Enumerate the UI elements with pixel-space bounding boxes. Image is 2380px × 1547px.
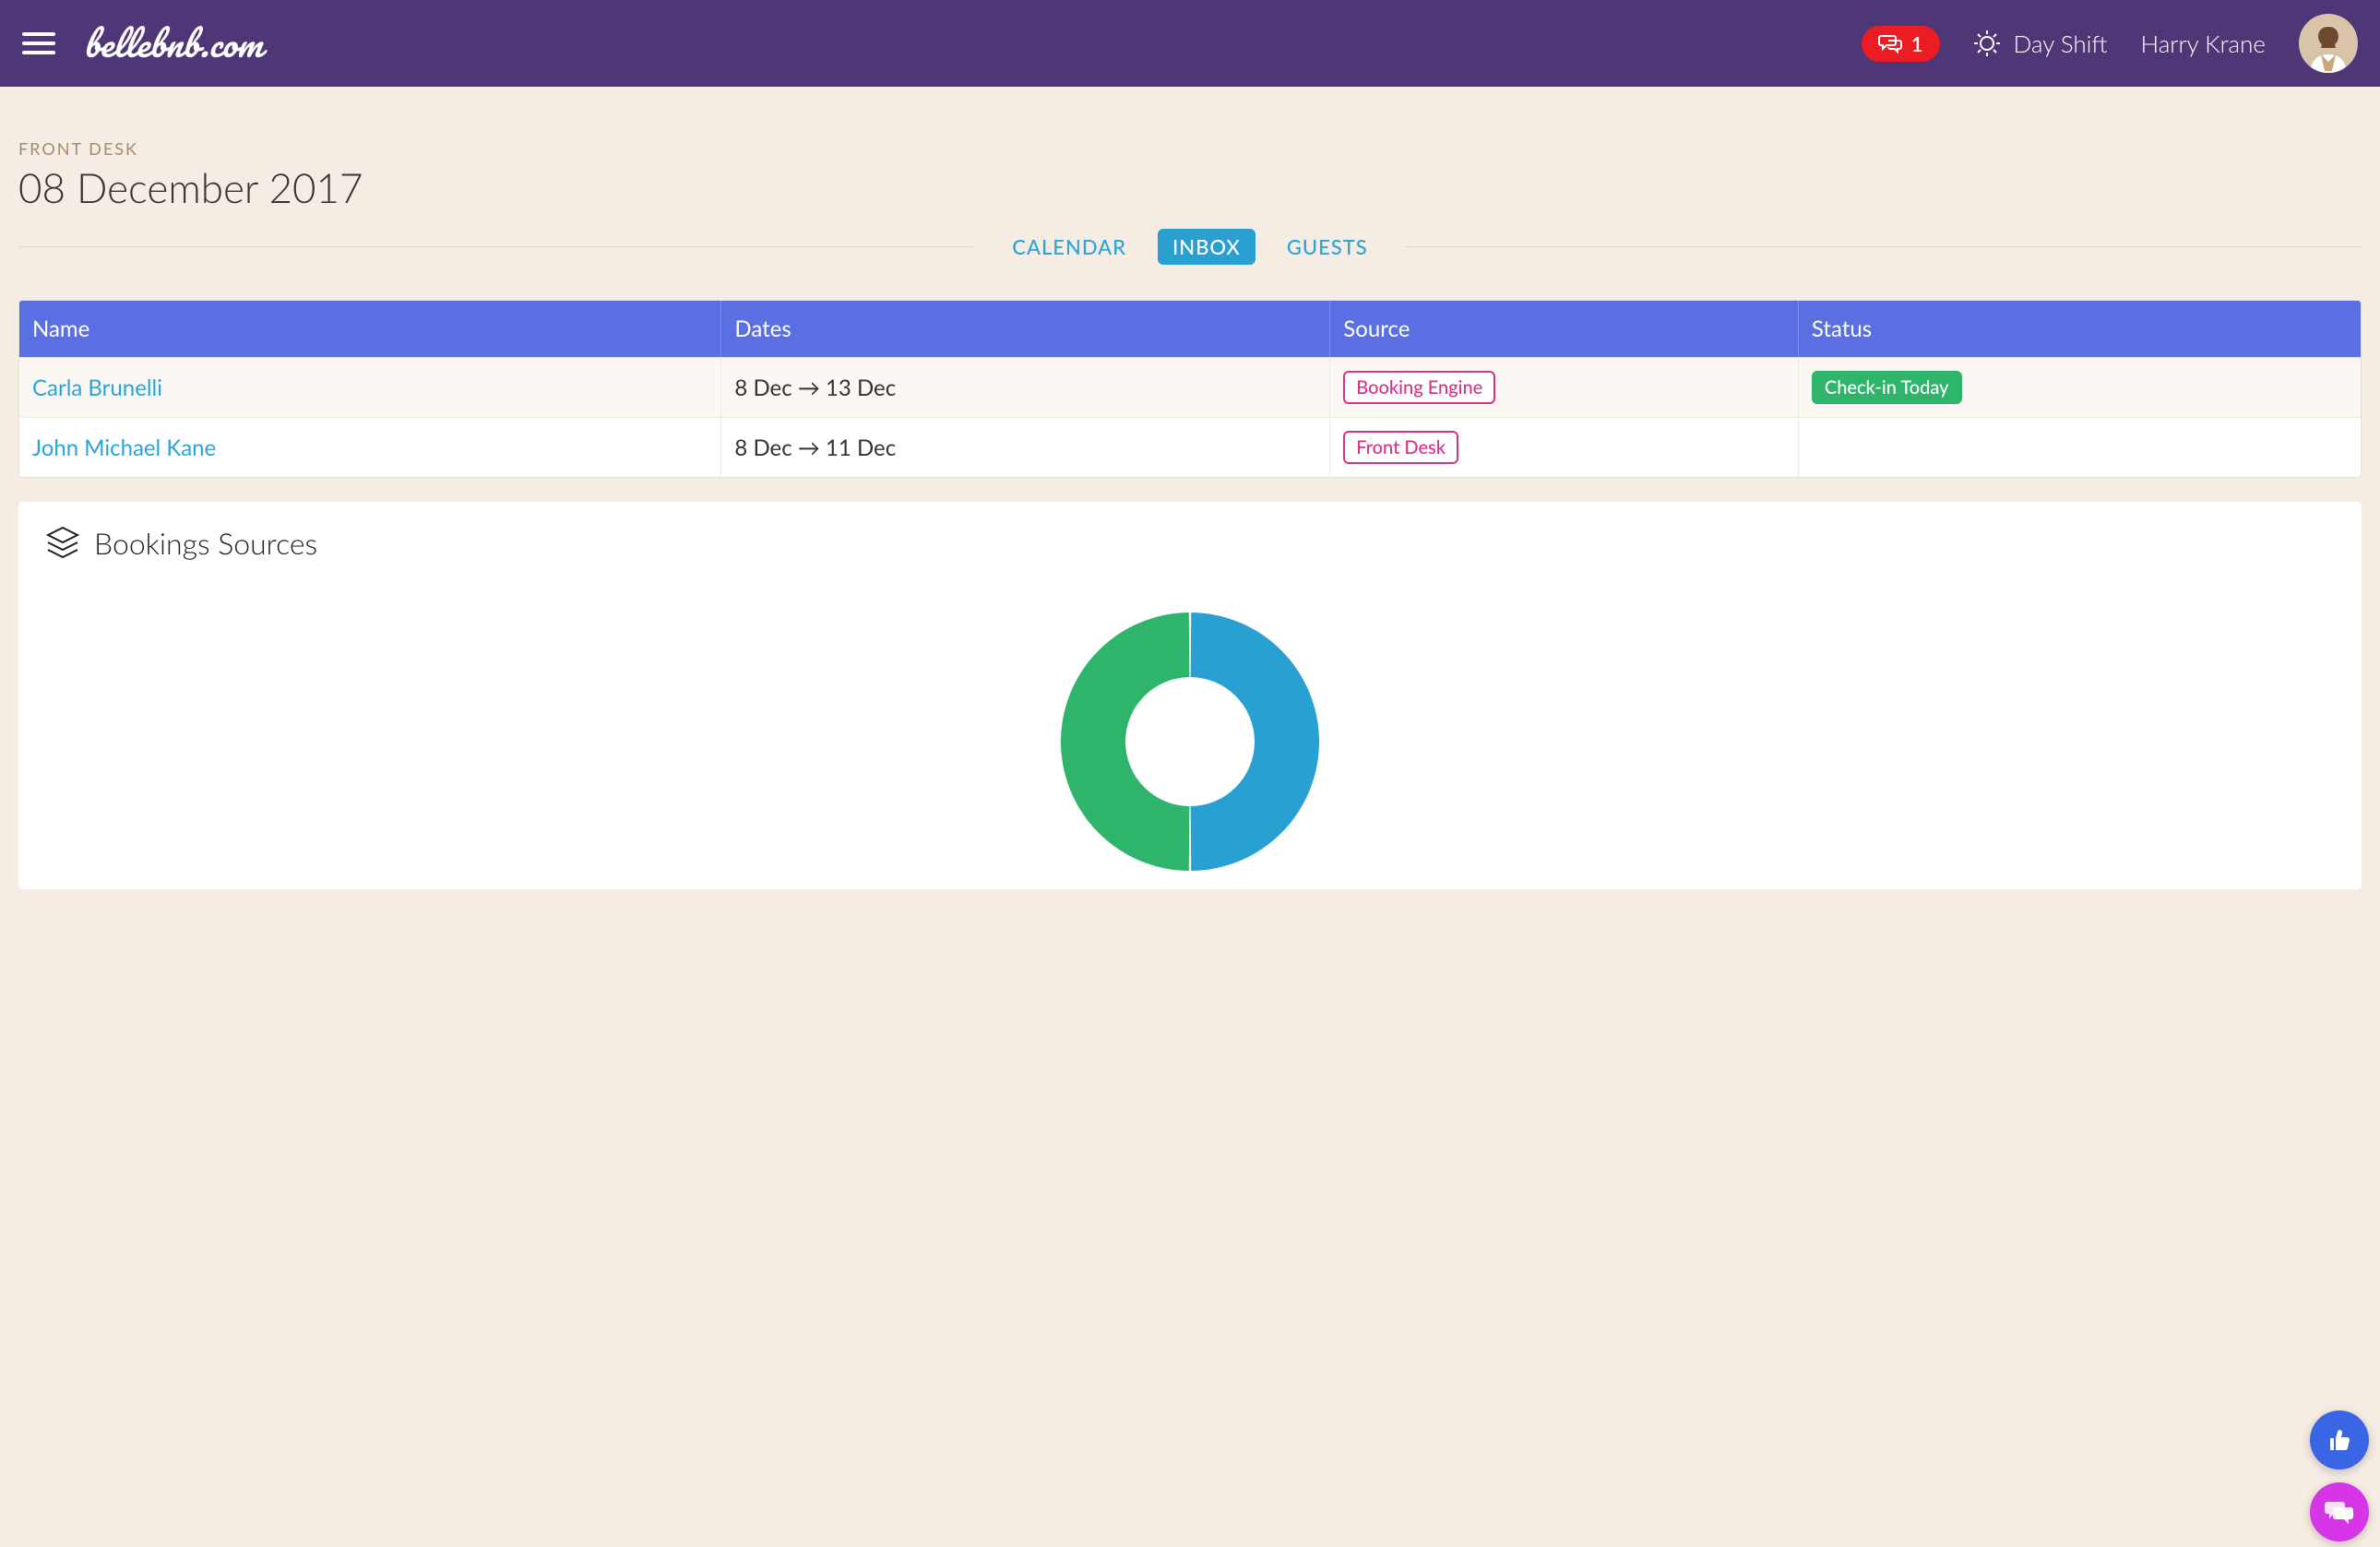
- chat-icon: [1878, 33, 1902, 54]
- notifications-count: 1: [1911, 31, 1923, 56]
- shift-label: Day Shift: [2014, 29, 2108, 58]
- table-header-row: Name Dates Source Status: [19, 301, 2361, 357]
- table-row: John Michael Kane 8 Dec → 11 Dec Front D…: [19, 417, 2361, 477]
- card-title: Bookings Sources: [94, 525, 317, 561]
- donut-slice[interactable]: [1191, 613, 1319, 871]
- source-badge: Front Desk: [1343, 431, 1458, 464]
- row-dates: 8 Dec → 11 Dec: [721, 417, 1330, 477]
- top-bar-right: 1 Day Shift Harry Krane: [1862, 14, 2358, 73]
- guest-link[interactable]: Carla Brunelli: [32, 375, 162, 401]
- brand-logo[interactable]: bellebnb.com: [83, 15, 262, 73]
- avatar[interactable]: [2299, 14, 2358, 73]
- source-badge: Booking Engine: [1343, 371, 1495, 404]
- inbox-table: Name Dates Source Status Carla Brunelli …: [18, 300, 2362, 478]
- status-badge[interactable]: Check-in Today: [1812, 371, 1962, 404]
- top-bar: bellebnb.com 1 Day Shift Harry Krane: [0, 0, 2380, 87]
- col-source[interactable]: Source: [1330, 301, 1799, 357]
- tab-inbox[interactable]: INBOX: [1158, 229, 1255, 265]
- tab-guests[interactable]: GUESTS: [1272, 229, 1383, 265]
- donut-slice[interactable]: [1061, 613, 1189, 871]
- chat-bubbles-icon: [2325, 1498, 2354, 1526]
- guest-link[interactable]: John Michael Kane: [32, 434, 216, 461]
- donut-chart: [44, 561, 2336, 889]
- tab-strip: CALENDAR INBOX GUESTS: [18, 229, 2362, 265]
- chat-support-button[interactable]: [2310, 1482, 2369, 1541]
- page-content: FRONT DESK 08 December 2017 CALENDAR INB…: [0, 87, 2380, 889]
- page-title: 08 December 2017: [18, 164, 2362, 212]
- menu-icon[interactable]: [22, 32, 55, 54]
- breadcrumb: FRONT DESK: [18, 138, 2362, 159]
- col-dates[interactable]: Dates: [721, 301, 1330, 357]
- notifications-button[interactable]: 1: [1862, 26, 1940, 62]
- layers-icon: [44, 524, 81, 561]
- row-status: [1799, 417, 2361, 477]
- avatar-icon: [2301, 18, 2356, 73]
- col-status[interactable]: Status: [1799, 301, 2361, 357]
- sun-icon: [1973, 30, 2001, 57]
- row-dates: 8 Dec → 13 Dec: [721, 357, 1330, 417]
- bookings-sources-card: Bookings Sources: [18, 502, 2362, 889]
- col-name[interactable]: Name: [19, 301, 721, 357]
- table-row: Carla Brunelli 8 Dec → 13 Dec Booking En…: [19, 357, 2361, 417]
- fab-column: [2310, 1410, 2369, 1541]
- shift-toggle[interactable]: Day Shift: [1973, 29, 2108, 58]
- thumbs-up-icon: [2326, 1426, 2353, 1454]
- user-name[interactable]: Harry Krane: [2141, 29, 2266, 58]
- tab-calendar[interactable]: CALENDAR: [997, 229, 1141, 265]
- feedback-button[interactable]: [2310, 1410, 2369, 1470]
